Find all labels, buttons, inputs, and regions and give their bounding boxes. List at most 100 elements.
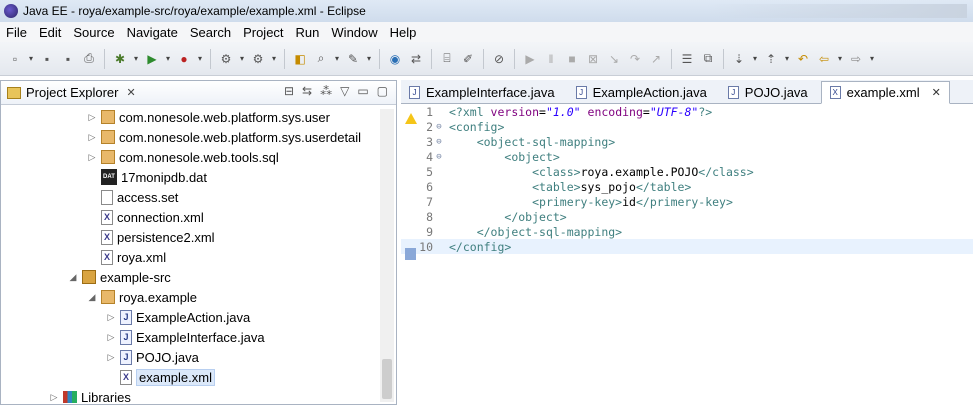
tree-item[interactable]: ◢ example-src (1, 267, 396, 287)
fold-toggle-icon[interactable]: ⊖ (433, 152, 445, 162)
tree-item[interactable]: ▷ com.nonesole.web.tools.sql (1, 147, 396, 167)
tree-item[interactable]: Xroya.xml (1, 247, 396, 267)
run-icon[interactable]: ▶ (143, 50, 161, 68)
view-menu-icon[interactable]: ▽ (340, 84, 349, 98)
project-explorer-title[interactable]: Project Explorer (26, 85, 118, 100)
new-wizard-icon[interactable]: ⚙ (249, 50, 267, 68)
block-select-icon[interactable]: ⧉ (699, 50, 717, 68)
search-icon[interactable]: ⌕ (312, 50, 330, 68)
toggle-mark-icon[interactable]: ⇄ (407, 50, 425, 68)
code-editor[interactable]: 1 <?xml version="1.0" encoding="UTF-8"?> 2… (401, 104, 973, 260)
editor-tab[interactable]: J ExampleAction.java (568, 81, 716, 103)
toggle-whitespace-icon[interactable]: ☰ (678, 50, 696, 68)
new-server-dropdown[interactable]: ▾ (238, 54, 246, 63)
pencil-icon[interactable]: ✎ (344, 50, 362, 68)
tree-item[interactable]: ▷ J ExampleAction.java (1, 307, 396, 327)
close-icon[interactable]: ✕ (932, 86, 941, 99)
menu-navigate[interactable]: Navigate (121, 25, 184, 40)
new-icon[interactable]: ▫ (6, 50, 24, 68)
previous-annotation-dropdown[interactable]: ▾ (783, 54, 791, 63)
save-all-icon[interactable]: ▪ (59, 50, 77, 68)
new-wizard-dropdown[interactable]: ▾ (270, 54, 278, 63)
tree-scrollbar[interactable] (380, 109, 394, 402)
code-line[interactable]: 2 ⊖ <config> (401, 119, 973, 134)
back-icon[interactable]: ⇦ (815, 50, 833, 68)
print-icon[interactable]: ⎙ (80, 50, 98, 68)
next-annotation-icon[interactable]: ⇣ (730, 50, 748, 68)
save-icon[interactable]: ▪ (38, 50, 56, 68)
code-line[interactable]: 1 <?xml version="1.0" encoding="UTF-8"?> (401, 104, 973, 124)
external-tools-icon[interactable]: ● (175, 50, 193, 68)
tree-item[interactable]: ▷ J ExampleInterface.java (1, 327, 396, 347)
collapse-all-icon[interactable]: ⊟ (284, 84, 294, 98)
skip-breakpoints-icon[interactable]: ⊘ (490, 50, 508, 68)
step-into-icon[interactable]: ↘ (605, 50, 623, 68)
menu-window[interactable]: Window (325, 25, 383, 40)
resume-icon[interactable]: ▶ (521, 50, 539, 68)
tree-item[interactable]: ▷ J POJO.java (1, 347, 396, 367)
code-line[interactable]: 8 </object> (401, 209, 973, 224)
pencil-dropdown[interactable]: ▾ (365, 54, 373, 63)
debug-dropdown[interactable]: ▾ (132, 54, 140, 63)
format-icon[interactable]: ⌸ (438, 50, 456, 68)
tree-item[interactable]: Xconnection.xml (1, 207, 396, 227)
forward-icon[interactable]: ⇨ (847, 50, 865, 68)
open-type-icon[interactable]: ◧ (291, 50, 309, 68)
expand-arrow-icon[interactable]: ▷ (105, 332, 117, 343)
expand-arrow-icon[interactable]: ▷ (105, 312, 117, 323)
menu-source[interactable]: Source (67, 25, 120, 40)
expand-arrow-icon[interactable]: ▷ (48, 392, 60, 403)
tree-item[interactable]: ▷ com.nonesole.web.platform.sys.user (1, 107, 396, 127)
menu-help[interactable]: Help (384, 25, 423, 40)
tree-item[interactable]: ◢ roya.example (1, 287, 396, 307)
run-dropdown[interactable]: ▾ (164, 54, 172, 63)
forward-dropdown[interactable]: ▾ (868, 54, 876, 63)
step-over-icon[interactable]: ↷ (626, 50, 644, 68)
scrollbar-thumb[interactable] (382, 359, 392, 399)
code-line[interactable]: 9 </object-sql-mapping> (401, 224, 973, 239)
back-dropdown[interactable]: ▾ (836, 54, 844, 63)
fold-toggle-icon[interactable]: ⊖ (433, 122, 445, 132)
expand-arrow-icon[interactable]: ◢ (86, 292, 98, 303)
tree-item[interactable]: DAT 17monipdb.dat (1, 167, 396, 187)
expand-arrow-icon[interactable]: ▷ (105, 352, 117, 363)
globe-icon[interactable]: ◉ (386, 50, 404, 68)
code-line[interactable]: 3 ⊖ <object-sql-mapping> (401, 134, 973, 149)
close-icon[interactable]: ✕ (126, 86, 135, 99)
code-line[interactable]: 4 ⊖ <object> (401, 149, 973, 164)
code-line[interactable]: 6 <table>sys_pojo</table> (401, 179, 973, 194)
tree-item[interactable]: ▷ com.nonesole.web.platform.sys.userdetai… (1, 127, 396, 147)
step-return-icon[interactable]: ↗ (647, 50, 665, 68)
disconnect-icon[interactable]: ⊠ (584, 50, 602, 68)
suspend-icon[interactable]: ‖ (542, 50, 560, 68)
terminate-icon[interactable]: ■ (563, 50, 581, 68)
edit-icon[interactable]: ✐ (459, 50, 477, 68)
new-dropdown[interactable]: ▾ (27, 54, 35, 63)
expand-arrow-icon[interactable]: ▷ (86, 152, 98, 163)
filters-icon[interactable]: ⁂ (320, 84, 332, 98)
fold-toggle-icon[interactable]: ⊖ (433, 137, 445, 147)
code-line[interactable]: 10 </config> (401, 239, 973, 260)
last-edit-icon[interactable]: ↶ (794, 50, 812, 68)
external-tools-dropdown[interactable]: ▾ (196, 54, 204, 63)
expand-arrow-icon[interactable]: ▷ (86, 112, 98, 123)
menu-project[interactable]: Project (237, 25, 289, 40)
tree-item[interactable]: Xexample.xml (1, 367, 396, 387)
menu-search[interactable]: Search (184, 25, 237, 40)
tree-item[interactable]: access.set (1, 187, 396, 207)
next-annotation-dropdown[interactable]: ▾ (751, 54, 759, 63)
editor-tab[interactable]: Xexample.xml ✕ (820, 81, 950, 104)
previous-annotation-icon[interactable]: ⇡ (762, 50, 780, 68)
code-line[interactable]: 5 <class>roya.example.POJO</class> (401, 164, 973, 179)
expand-arrow-icon[interactable]: ▷ (86, 132, 98, 143)
menu-run[interactable]: Run (290, 25, 326, 40)
editor-tab[interactable]: J ExampleInterface.java (401, 81, 564, 103)
link-with-editor-icon[interactable]: ⇆ (302, 84, 312, 98)
expand-arrow-icon[interactable]: ◢ (67, 272, 79, 283)
tree-item[interactable]: ▷ Libraries (1, 387, 396, 407)
code-line[interactable]: 7 <primery-key>id</primery-key> (401, 194, 973, 209)
new-server-icon[interactable]: ⚙ (217, 50, 235, 68)
menu-file[interactable]: File (0, 25, 33, 40)
editor-tab[interactable]: J POJO.java (720, 81, 817, 103)
tree-item[interactable]: Xpersistence2.xml (1, 227, 396, 247)
